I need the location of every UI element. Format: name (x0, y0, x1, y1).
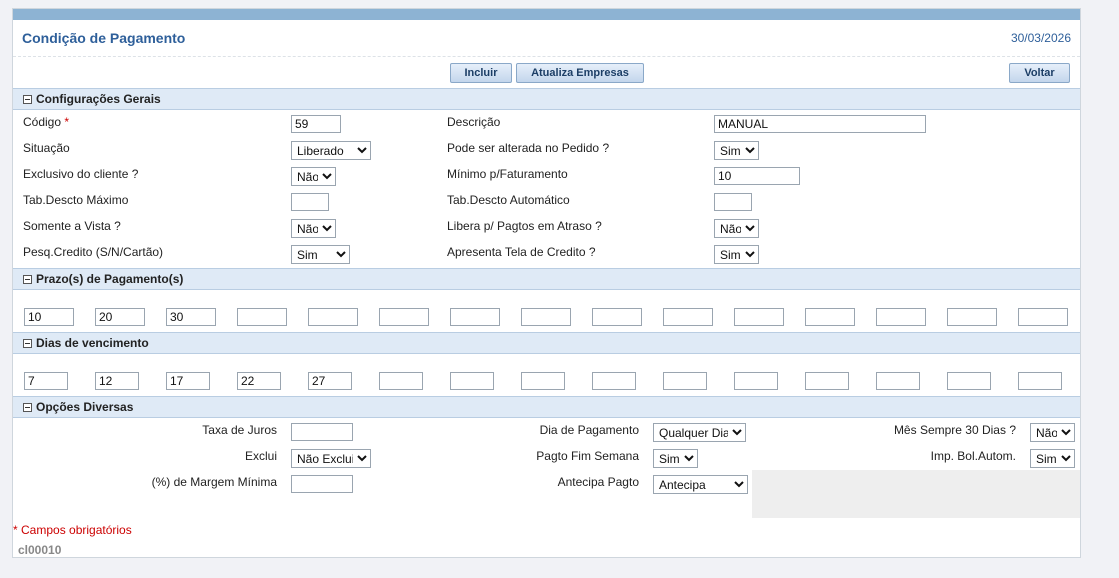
imp-bol-label: Imp. Bol.Autom. (930, 449, 1016, 463)
codigo-input[interactable] (291, 115, 341, 133)
somente-vista-select[interactable]: Não (291, 219, 336, 238)
toolbar: Incluir Atualiza Empresas Voltar (13, 57, 1080, 88)
dia-pagamento-label: Dia de Pagamento (539, 423, 639, 437)
tab-descto-maximo-input[interactable] (291, 193, 329, 211)
prazo-input-3[interactable] (166, 308, 216, 326)
dia-vencimento-input-5[interactable] (308, 372, 352, 390)
empty-area (752, 470, 1080, 518)
fim-semana-select[interactable]: Sim (653, 449, 698, 468)
dia-vencimento-input-13[interactable] (876, 372, 920, 390)
collapse-icon[interactable] (23, 274, 32, 284)
collapse-icon[interactable] (23, 338, 32, 348)
tab-descto-automatico-label: Tab.Descto Automático (447, 193, 570, 207)
required-fields-note: * Campos obrigatórios (13, 523, 132, 537)
prazo-input-15[interactable] (1018, 308, 1068, 326)
minimo-faturamento-label: Mínimo p/Faturamento (447, 167, 568, 181)
incluir-button[interactable]: Incluir (450, 63, 512, 83)
section-prazos-pagamento[interactable]: Prazo(s) de Pagamento(s) (13, 268, 1080, 290)
atualiza-empresas-button[interactable]: Atualiza Empresas (516, 63, 644, 83)
prazo-input-11[interactable] (734, 308, 784, 326)
prazo-input-1[interactable] (24, 308, 74, 326)
pode-alterar-select[interactable]: Sim (714, 141, 759, 160)
prazo-input-12[interactable] (805, 308, 855, 326)
exclusivo-label: Exclusivo do cliente ? (23, 167, 139, 181)
title-bar: Condição de Pagamento 30/03/2026 (13, 20, 1080, 57)
tab-descto-automatico-input[interactable] (714, 193, 752, 211)
dia-vencimento-input-7[interactable] (450, 372, 494, 390)
dia-vencimento-input-9[interactable] (592, 372, 636, 390)
voltar-button[interactable]: Voltar (1009, 63, 1070, 83)
prazo-input-5[interactable] (308, 308, 358, 326)
descricao-label: Descrição (447, 115, 501, 129)
section-dias-vencimento[interactable]: Dias de vencimento (13, 332, 1080, 354)
prazo-input-10[interactable] (663, 308, 713, 326)
fim-semana-label: Pagto Fim Semana (536, 449, 639, 463)
screen-code: cl00010 (18, 543, 62, 557)
section-opcoes-diversas[interactable]: Opções Diversas (13, 396, 1080, 418)
descricao-input[interactable] (714, 115, 926, 133)
pesq-credito-label: Pesq.Credito (S/N/Cartão) (23, 245, 164, 259)
pode-alterar-label: Pode ser alterada no Pedido ? (447, 141, 610, 155)
apresenta-tela-select[interactable]: Sim (714, 245, 759, 264)
top-color-bar (13, 9, 1080, 20)
antecipa-pagto-select[interactable]: Antecipa (653, 475, 748, 494)
opcoes-diversas-body: Taxa de Juros Dia de Pagamento Qualquer … (13, 418, 1080, 518)
prazo-input-4[interactable] (237, 308, 287, 326)
apresenta-tela-label: Apresenta Tela de Credito ? (447, 245, 596, 259)
margem-minima-label: (%) de Margem Mínima (151, 475, 277, 489)
codigo-label: Código * (23, 115, 70, 129)
mes-30-dias-label: Mês Sempre 30 Dias ? (893, 423, 1016, 437)
prazos-body (13, 290, 1080, 332)
prazo-input-8[interactable] (521, 308, 571, 326)
prazo-input-13[interactable] (876, 308, 926, 326)
page-frame: Condição de Pagamento 30/03/2026 Incluir… (12, 8, 1081, 558)
collapse-icon[interactable] (23, 94, 32, 104)
dia-vencimento-input-11[interactable] (734, 372, 778, 390)
somente-vista-label: Somente a Vista ? (23, 219, 121, 233)
situacao-label: Situação (23, 141, 70, 155)
section-title: Prazo(s) de Pagamento(s) (36, 272, 184, 286)
taxa-juros-label: Taxa de Juros (202, 423, 277, 437)
dias-body (13, 354, 1080, 396)
collapse-icon[interactable] (23, 402, 32, 412)
dia-vencimento-input-10[interactable] (663, 372, 707, 390)
mes-30-dias-select[interactable]: Não (1030, 423, 1075, 442)
prazo-input-14[interactable] (947, 308, 997, 326)
dia-vencimento-input-1[interactable] (24, 372, 68, 390)
dia-vencimento-input-3[interactable] (166, 372, 210, 390)
required-mark: * (64, 115, 70, 129)
page-title: Condição de Pagamento (22, 30, 186, 46)
dia-vencimento-input-2[interactable] (95, 372, 139, 390)
exclui-label: Exclui (244, 449, 277, 463)
prazo-input-9[interactable] (592, 308, 642, 326)
pesq-credito-select[interactable]: Sim (291, 245, 350, 264)
prazo-input-6[interactable] (379, 308, 429, 326)
section-configuracoes-gerais[interactable]: Configurações Gerais (13, 88, 1080, 110)
situacao-select[interactable]: Liberado (291, 141, 371, 160)
dia-vencimento-input-8[interactable] (521, 372, 565, 390)
prazo-input-7[interactable] (450, 308, 500, 326)
exclui-select[interactable]: Não Exclui (291, 449, 371, 468)
current-date: 30/03/2026 (1010, 31, 1071, 45)
minimo-faturamento-input[interactable] (714, 167, 800, 185)
dia-vencimento-input-6[interactable] (379, 372, 423, 390)
prazo-input-2[interactable] (95, 308, 145, 326)
configuracoes-gerais-body: Código * Descrição Situação Liberado Pod… (13, 110, 1080, 268)
section-title: Opções Diversas (36, 400, 134, 414)
section-title: Configurações Gerais (36, 92, 161, 106)
margem-minima-input[interactable] (291, 475, 353, 493)
dia-vencimento-input-15[interactable] (1018, 372, 1062, 390)
taxa-juros-input[interactable] (291, 423, 353, 441)
exclusivo-select[interactable]: Não (291, 167, 336, 186)
dia-vencimento-input-14[interactable] (947, 372, 991, 390)
dia-vencimento-input-12[interactable] (805, 372, 849, 390)
antecipa-pagto-label: Antecipa Pagto (557, 475, 639, 489)
imp-bol-select[interactable]: Sim (1030, 449, 1075, 468)
section-title: Dias de vencimento (36, 336, 149, 350)
libera-atraso-select[interactable]: Não (714, 219, 759, 238)
libera-atraso-label: Libera p/ Pagtos em Atraso ? (447, 219, 602, 233)
dia-pagamento-select[interactable]: Qualquer Dia (653, 423, 746, 442)
dia-vencimento-input-4[interactable] (237, 372, 281, 390)
tab-descto-maximo-label: Tab.Descto Máximo (23, 193, 129, 207)
